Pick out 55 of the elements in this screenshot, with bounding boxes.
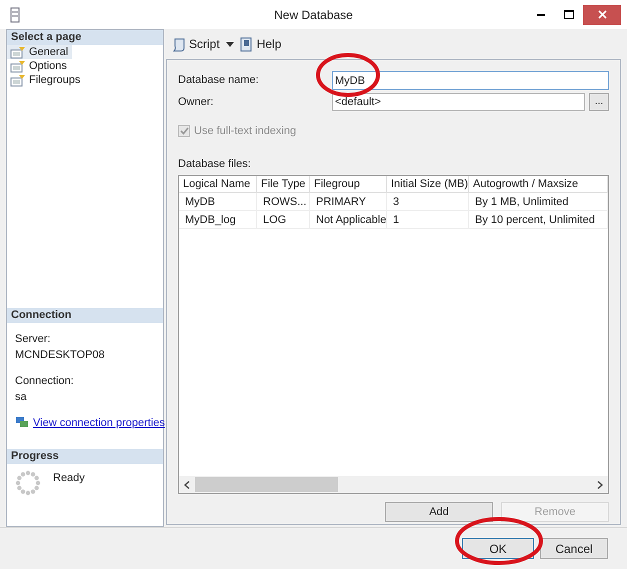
close-icon [598,10,606,19]
owner-label: Owner: [178,94,214,110]
section-header: Connection [7,308,163,322]
column-header[interactable]: Logical Name [179,176,257,192]
column-header[interactable]: Autogrowth / Maxsize [469,176,608,192]
page-list-item[interactable]: General [7,45,72,59]
column-header[interactable]: File Type [257,176,310,192]
progress-status: Ready [53,471,85,486]
page-list-item[interactable]: Options [7,59,71,73]
table-cell: PRIMARY [310,193,387,210]
horizontal-scrollbar[interactable] [179,476,608,493]
network-icon [15,416,29,430]
table-cell: By 1 MB, Unlimited [469,193,608,210]
connection-label: Connection: [15,374,75,388]
server-value: MCNDESKTOP08 [15,348,106,363]
scroll-right-icon[interactable] [597,480,603,488]
browse-button[interactable]: ... [589,93,609,111]
database-files-label: Database files: [178,156,252,172]
database-name-field[interactable]: MyDB [332,71,609,90]
fulltext-label: Use full-text indexing [194,124,296,139]
table-cell: By 10 percent, Unlimited [469,211,608,228]
server-label: Server: [15,332,52,346]
database-name-label: Database name: [178,73,260,88]
table-cell: MyDB [179,193,257,210]
connection-value: sa [15,390,28,405]
page-icon [10,60,26,72]
section-header: Select a page [7,30,163,45]
scroll-icon [172,36,186,52]
page-list-item[interactable]: Filegroups [7,73,84,87]
connection-properties-link[interactable]: View connection properties [33,414,165,431]
page-icon [10,46,26,58]
grid-action-button[interactable]: Add [385,502,493,522]
column-header[interactable]: Filegroup [310,176,387,192]
table-cell: 3 [387,193,469,210]
close-button[interactable] [583,4,621,24]
dialog-button[interactable]: Cancel [540,538,608,559]
annotation-circle [315,52,381,98]
table-cell: LOG [257,211,310,228]
page-icon [10,74,26,86]
dropdown-caret-icon[interactable] [226,42,234,46]
table-cell: MyDB_log [179,211,257,228]
section-header: Progress [7,449,163,464]
window-title: New Database [274,6,353,24]
scroll-left-icon[interactable] [184,480,190,488]
table-cell: Not Applicable [310,211,387,228]
script-button[interactable]: Script [172,35,220,53]
column-header[interactable]: Initial Size (MB) [387,176,469,192]
dialog-button[interactable]: OK [462,538,534,559]
database-icon [10,6,20,22]
help-button[interactable]: Help [240,35,282,53]
owner-field[interactable]: <default> [332,93,585,111]
help-book-icon [240,36,254,52]
spinner-icon [15,470,41,496]
table-cell: 1 [387,211,469,228]
table-cell: ROWS... [257,193,310,210]
